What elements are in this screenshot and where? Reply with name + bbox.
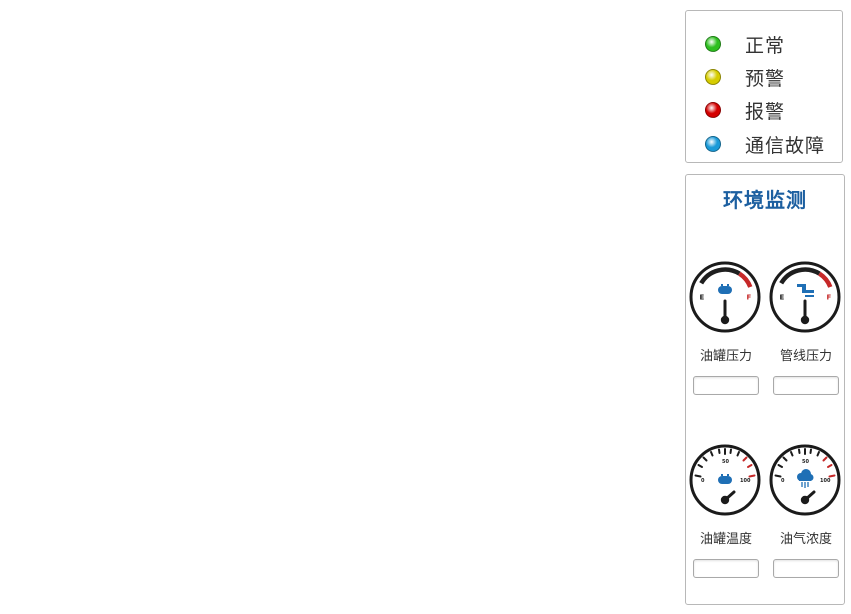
legend-item-comm-fault: 通信故障: [705, 130, 825, 158]
legend-label-normal: 正常: [745, 34, 786, 57]
tank-temperature-field[interactable]: [693, 559, 759, 578]
legend-label-warning: 预警: [745, 67, 786, 90]
environment-monitor-panel: 环境监测 E F 油罐压力 E F 管线压力 0 50 100 油罐温度 0 5…: [685, 174, 845, 605]
pipeline-pressure-field[interactable]: [773, 376, 839, 395]
gauge-scale-start: E: [780, 294, 785, 302]
legend-item-normal: 正常: [705, 30, 785, 58]
gas-concentration-gauge: 0 50 100: [769, 444, 841, 516]
legend-item-alarm: 报警: [705, 96, 785, 124]
gauge-scale-end: 100: [740, 478, 751, 484]
legend-item-warning: 预警: [705, 63, 785, 91]
gauge-scale-start: 0: [701, 478, 705, 484]
gauge-label-gas-concentration: 油气浓度: [779, 532, 832, 547]
gauge-scale-end: F: [827, 294, 832, 302]
gauge-label-tank-pressure: 油罐压力: [699, 349, 752, 364]
gauge-scale-mid: 50: [722, 459, 729, 465]
pipeline-pressure-gauge: E F: [769, 261, 841, 333]
gauge-scale-mid: 50: [802, 459, 809, 465]
tank-temperature-gauge: 0 50 100: [689, 444, 761, 516]
tank-pressure-gauge: E F: [689, 261, 761, 333]
status-dot-green-icon: [705, 36, 721, 52]
gauge-label-tank-temperature: 油罐温度: [699, 532, 752, 547]
tank-pressure-field[interactable]: [693, 376, 759, 395]
status-dot-red-icon: [705, 102, 721, 118]
gas-concentration-field[interactable]: [773, 559, 839, 578]
status-legend-panel: 正常 预警 报警 通信故障: [685, 10, 843, 163]
panel-title: 环境监测: [723, 188, 807, 212]
legend-label-comm-fault: 通信故障: [745, 134, 826, 157]
gauge-label-pipeline-pressure: 管线压力: [779, 349, 832, 364]
gauge-scale-start: 0: [781, 478, 785, 484]
gauge-scale-end: 100: [820, 478, 831, 484]
status-dot-yellow-icon: [705, 69, 721, 85]
gauge-scale-end: F: [747, 294, 752, 302]
legend-label-alarm: 报警: [745, 100, 786, 123]
gauge-scale-start: E: [700, 294, 705, 302]
status-dot-blue-icon: [705, 136, 721, 152]
